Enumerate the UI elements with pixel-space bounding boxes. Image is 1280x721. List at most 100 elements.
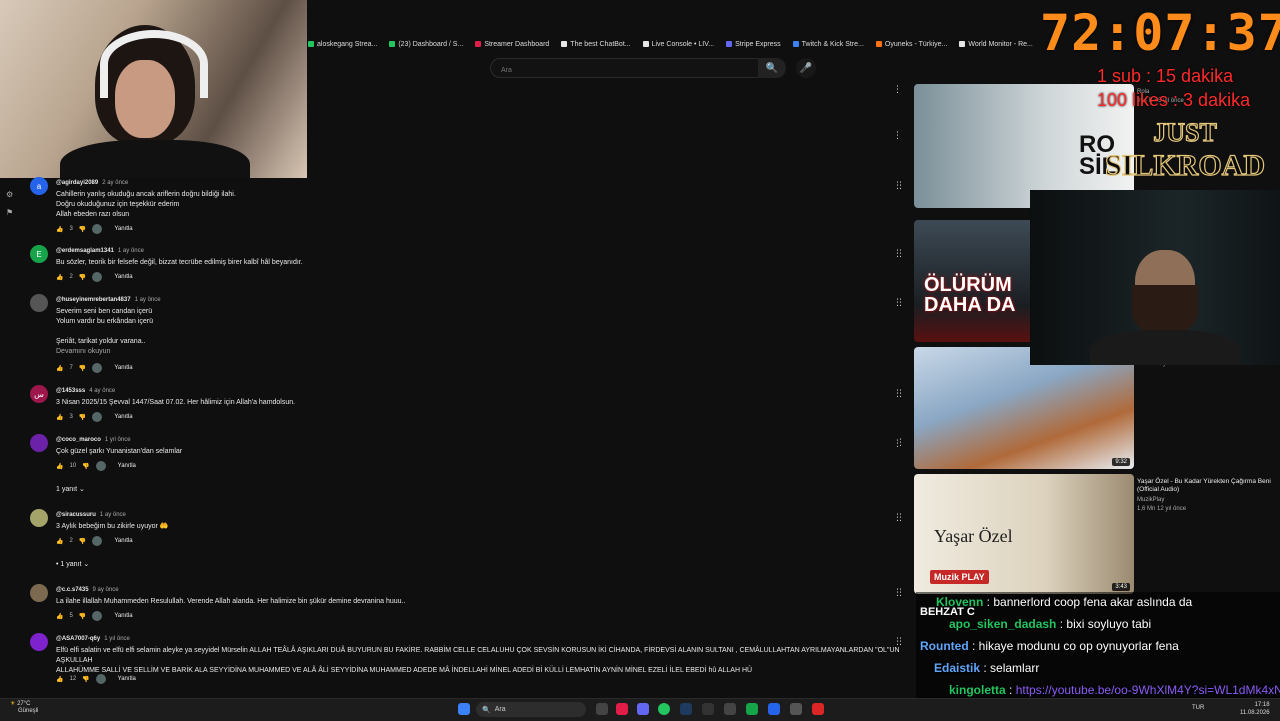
dislike-icon[interactable]: 👎 (79, 365, 86, 372)
more-options-icon[interactable]: ⋮ (893, 180, 902, 191)
epic-icon[interactable] (702, 703, 714, 715)
avatar[interactable] (30, 294, 48, 312)
dislike-icon[interactable]: 👎 (79, 613, 86, 620)
more-options-icon[interactable]: ⋮ (893, 84, 902, 95)
dislike-icon[interactable]: 👎 (79, 274, 86, 281)
clock[interactable]: 17:18 11.08.2026 (1240, 701, 1270, 717)
avatar[interactable] (30, 509, 48, 527)
dislike-icon[interactable]: 👎 (82, 463, 89, 470)
bookmark-item[interactable]: Oyuneks - Türkiye... (875, 41, 947, 48)
comment-time[interactable]: 1 yıl önce (104, 636, 130, 642)
more-options-icon[interactable]: ⋮ (893, 248, 902, 259)
flag-icon[interactable]: ⚑ (6, 204, 13, 222)
like-icon[interactable]: 👍 (56, 226, 63, 233)
reply-button[interactable]: Yanıtla (114, 538, 132, 544)
taskbar-search[interactable]: 🔍 Ara (476, 702, 586, 717)
reply-button[interactable]: Yanıtla (114, 274, 132, 280)
replies-toggle[interactable]: 1 yanıt ⌄ (56, 485, 85, 493)
more-options-icon[interactable]: ⋮ (893, 587, 902, 598)
bookmark-item[interactable]: aloskegang Strea... (308, 41, 377, 48)
comment-author[interactable]: @1453sss (56, 388, 85, 394)
xbox-icon[interactable] (746, 703, 758, 715)
reply-button[interactable]: Yanıtla (114, 365, 132, 371)
steam-icon[interactable] (680, 703, 692, 715)
bookmark-item[interactable]: (23) Dashboard / S... (389, 41, 463, 48)
bookmark-item[interactable]: The best ChatBot... (561, 41, 631, 48)
bookmark-item[interactable]: Live Console • LIV... (642, 41, 714, 48)
more-options-icon[interactable]: ⋮ (893, 512, 902, 523)
dislike-icon[interactable]: 👎 (82, 676, 89, 683)
read-more-link[interactable]: Devamını okuyun (56, 347, 110, 357)
like-icon[interactable]: 👍 (56, 414, 63, 421)
bookmark-item[interactable]: Streamer Dashboard (475, 41, 549, 48)
comment-author[interactable]: @coco_maroco (56, 437, 101, 443)
youtube-icon[interactable] (812, 703, 824, 715)
comment-time[interactable]: 1 ay önce (118, 248, 144, 254)
avatar[interactable]: a (30, 177, 48, 195)
avatar[interactable]: س (30, 385, 48, 403)
avatar[interactable] (30, 584, 48, 602)
chat-username[interactable]: Edaistik (934, 661, 980, 675)
like-icon[interactable]: 👍 (56, 538, 63, 545)
dislike-icon[interactable]: 👎 (79, 226, 86, 233)
windows-start-icon[interactable] (458, 703, 470, 715)
weather-widget[interactable]: ☀ 27°C Güneşli (10, 701, 38, 715)
comment-time[interactable]: 4 ay önce (89, 388, 115, 394)
comment-time[interactable]: 1 ay önce (100, 512, 126, 518)
comment-author[interactable]: @ASA7007-q6y (56, 636, 100, 642)
voice-search-button[interactable]: 🎤 (796, 58, 816, 78)
more-options-icon[interactable]: ⋮ (893, 130, 902, 141)
app-icon[interactable] (724, 703, 736, 715)
like-icon[interactable]: 👍 (56, 365, 63, 372)
comment-author[interactable]: @siracussuru (56, 512, 96, 518)
search-input[interactable] (499, 61, 745, 80)
obs-icon[interactable] (616, 703, 628, 715)
more-options-icon[interactable]: ⋮ (893, 388, 902, 399)
avatar[interactable] (30, 633, 48, 651)
discord-icon[interactable] (637, 703, 649, 715)
like-icon[interactable]: 👍 (56, 463, 63, 470)
video-title[interactable]: Yaşar Özel - Bu Kadar Yürekten Çağırma B… (1137, 478, 1277, 494)
comment-author[interactable]: @erdemsaglam1341 (56, 248, 114, 254)
reply-button[interactable]: Yanıtla (118, 463, 136, 469)
comment-author[interactable]: @huseyinemrebertan4837 (56, 297, 131, 303)
comment-time[interactable]: 1 yıl önce (105, 437, 131, 443)
video-thumbnail[interactable]: 9:32 (914, 347, 1134, 469)
like-icon[interactable]: 👍 (56, 274, 63, 281)
bookmark-item[interactable]: Stripe Express (726, 41, 781, 48)
comment-time[interactable]: 9 ay önce (93, 587, 119, 593)
bookmark-item[interactable]: Twitch & Kick Stre... (792, 41, 864, 48)
spotify-icon[interactable] (658, 703, 670, 715)
language-indicator[interactable]: TUR (1192, 705, 1204, 711)
more-options-icon[interactable]: ⋮ (893, 636, 902, 647)
settings-icon[interactable] (790, 703, 802, 715)
task-view-icon[interactable] (596, 703, 608, 715)
comment-time[interactable]: 2 ay önce (102, 180, 128, 186)
replies-toggle[interactable]: • 1 yanıt ⌄ (56, 560, 89, 568)
reply-button[interactable]: Yanıtla (114, 613, 132, 619)
comment-author[interactable]: @c.c.s7435 (56, 587, 89, 593)
like-icon[interactable]: 👍 (56, 613, 63, 620)
video-channel[interactable]: MuzikPlay (1137, 496, 1164, 504)
like-icon[interactable]: 👍 (56, 676, 63, 683)
dislike-icon[interactable]: 👎 (79, 538, 86, 545)
reply-button[interactable]: Yanıtla (118, 676, 136, 682)
more-options-icon[interactable]: ⋮ (893, 438, 902, 449)
video-thumbnail[interactable]: Yaşar Özel Muzik PLAY 3:43 (914, 474, 1134, 594)
settings-icon[interactable]: ⚙ (6, 186, 13, 204)
chat-username[interactable]: Rounted (920, 639, 969, 653)
browser-icon[interactable] (768, 703, 780, 715)
comment-time[interactable]: 1 ay önce (135, 297, 161, 303)
chat-username[interactable]: Klovenn (936, 595, 983, 609)
reply-button[interactable]: Yanıtla (114, 226, 132, 232)
comment-author[interactable]: @agirdayi2089 (56, 180, 98, 186)
more-options-icon[interactable]: ⋮ (893, 297, 902, 308)
avatar[interactable] (30, 434, 48, 452)
avatar[interactable]: E (30, 245, 48, 263)
dislike-icon[interactable]: 👎 (79, 414, 86, 421)
reply-button[interactable]: Yanıtla (114, 414, 132, 420)
chat-username[interactable]: kingoletta (949, 683, 1006, 697)
chat-username[interactable]: apo_siken_dadash (949, 617, 1056, 631)
bookmark-item[interactable]: World Monitor - Re... (959, 41, 1033, 48)
search-button[interactable]: 🔍 (758, 58, 786, 78)
